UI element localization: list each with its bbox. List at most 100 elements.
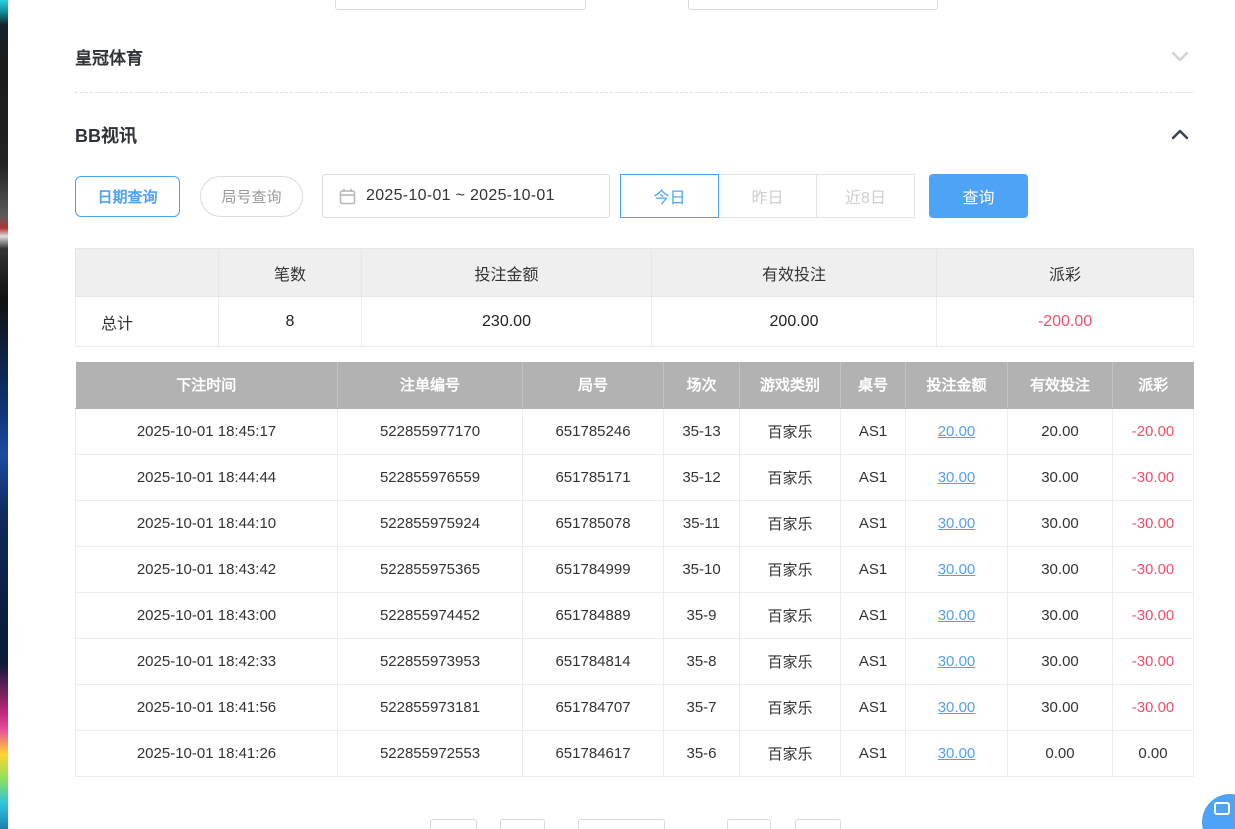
payout-cell: -30.00 xyxy=(1113,500,1194,546)
pagination-button[interactable] xyxy=(795,819,841,829)
payout-cell: -30.00 xyxy=(1113,592,1194,638)
summary-total-valid-bet: 200.00 xyxy=(652,297,937,347)
chevron-down-icon[interactable] xyxy=(1167,43,1193,69)
header-round-number: 局号 xyxy=(523,362,664,408)
calendar-icon xyxy=(339,188,356,205)
game-type-cell: 百家乐 xyxy=(740,730,841,776)
bet-amount-link[interactable]: 30.00 xyxy=(938,607,976,624)
date-range-picker[interactable]: 2025-10-01 ~ 2025-10-01 xyxy=(322,174,610,218)
bet-amount-link[interactable]: 30.00 xyxy=(938,653,976,670)
pagination-button[interactable] xyxy=(430,819,477,829)
summary-header-payout: 派彩 xyxy=(937,249,1194,297)
round-number-cell: 651784814 xyxy=(523,638,664,684)
payout-cell: -30.00 xyxy=(1113,638,1194,684)
pagination-button[interactable] xyxy=(727,819,771,829)
table-number-cell: AS1 xyxy=(841,546,906,592)
game-type-cell: 百家乐 xyxy=(740,684,841,730)
valid-bet-cell: 20.00 xyxy=(1008,408,1113,454)
round-number-cell: 651785246 xyxy=(523,408,664,454)
bet-time-cell: 2025-10-01 18:44:44 xyxy=(76,454,338,500)
valid-bet-cell: 30.00 xyxy=(1008,638,1113,684)
bet-amount-link[interactable]: 30.00 xyxy=(938,515,976,532)
header-payout: 派彩 xyxy=(1113,362,1194,408)
date-query-tab-button[interactable]: 日期查询 xyxy=(75,176,180,217)
table-number-cell: AS1 xyxy=(841,592,906,638)
bet-amount-cell: 30.00 xyxy=(906,454,1008,500)
bet-number-cell: 522855975924 xyxy=(338,500,523,546)
today-button[interactable]: 今日 xyxy=(620,174,719,218)
section-title-bb-video: BB视讯 xyxy=(75,122,137,148)
payout-cell: 0.00 xyxy=(1113,730,1194,776)
table-number-cell: AS1 xyxy=(841,730,906,776)
round-number-cell: 651784707 xyxy=(523,684,664,730)
section-divider xyxy=(75,92,1193,93)
bet-amount-link[interactable]: 20.00 xyxy=(938,423,976,440)
table-row: 2025-10-01 18:41:56 522855973181 6517847… xyxy=(76,684,1194,730)
bet-number-cell: 522855975365 xyxy=(338,546,523,592)
valid-bet-cell: 30.00 xyxy=(1008,684,1113,730)
round-number-cell: 651784889 xyxy=(523,592,664,638)
valid-bet-cell: 30.00 xyxy=(1008,592,1113,638)
valid-bet-cell: 30.00 xyxy=(1008,546,1113,592)
pagination-button[interactable] xyxy=(500,819,545,829)
section-header-crown-sports[interactable]: 皇冠体育 xyxy=(75,40,1193,72)
bet-amount-link[interactable]: 30.00 xyxy=(938,469,976,486)
table-number-cell: AS1 xyxy=(841,454,906,500)
yesterday-button[interactable]: 昨日 xyxy=(718,174,817,218)
summary-header-bet-amount: 投注金额 xyxy=(362,249,652,297)
summary-header-count: 笔数 xyxy=(219,249,362,297)
bet-number-cell: 522855973953 xyxy=(338,638,523,684)
top-truncated-input-left[interactable] xyxy=(335,0,586,10)
quick-date-button-group: 今日 昨日 近8日 xyxy=(620,174,915,218)
bet-time-cell: 2025-10-01 18:45:17 xyxy=(76,408,338,454)
valid-bet-cell: 30.00 xyxy=(1008,500,1113,546)
valid-bet-cell: 30.00 xyxy=(1008,454,1113,500)
customer-service-float-button[interactable] xyxy=(1202,794,1235,829)
bet-time-cell: 2025-10-01 18:41:56 xyxy=(76,684,338,730)
bet-time-cell: 2025-10-01 18:43:42 xyxy=(76,546,338,592)
bet-amount-link[interactable]: 30.00 xyxy=(938,745,976,762)
bet-amount-cell: 20.00 xyxy=(906,408,1008,454)
bet-amount-cell: 30.00 xyxy=(906,592,1008,638)
summary-total-row: 总计 8 230.00 200.00 -200.00 xyxy=(76,297,1194,347)
bet-time-cell: 2025-10-01 18:41:26 xyxy=(76,730,338,776)
bet-amount-link[interactable]: 30.00 xyxy=(938,561,976,578)
bet-time-cell: 2025-10-01 18:44:10 xyxy=(76,500,338,546)
last-8-days-button[interactable]: 近8日 xyxy=(816,174,915,218)
session-cell: 35-10 xyxy=(664,546,740,592)
session-cell: 35-8 xyxy=(664,638,740,684)
round-number-cell: 651785171 xyxy=(523,454,664,500)
game-type-cell: 百家乐 xyxy=(740,454,841,500)
search-button[interactable]: 查询 xyxy=(929,174,1028,218)
header-valid-bet: 有效投注 xyxy=(1008,362,1113,408)
summary-total-count: 8 xyxy=(219,297,362,347)
session-cell: 35-13 xyxy=(664,408,740,454)
table-row: 2025-10-01 18:45:17 522855977170 6517852… xyxy=(76,408,1194,454)
game-type-cell: 百家乐 xyxy=(740,592,841,638)
summary-total-bet-amount: 230.00 xyxy=(362,297,652,347)
summary-header-empty xyxy=(76,249,219,297)
chevron-up-icon[interactable] xyxy=(1167,122,1193,148)
bet-time-cell: 2025-10-01 18:43:00 xyxy=(76,592,338,638)
round-query-tab-button[interactable]: 局号查询 xyxy=(200,176,303,217)
bet-number-cell: 522855974452 xyxy=(338,592,523,638)
top-truncated-input-right[interactable] xyxy=(688,0,938,10)
session-cell: 35-7 xyxy=(664,684,740,730)
summary-header-valid-bet: 有效投注 xyxy=(652,249,937,297)
summary-total-payout: -200.00 xyxy=(937,297,1194,347)
pagination-page-size-select[interactable] xyxy=(578,819,665,829)
payout-cell: -20.00 xyxy=(1113,408,1194,454)
header-bet-time: 下注时间 xyxy=(76,362,338,408)
table-row: 2025-10-01 18:43:00 522855974452 6517848… xyxy=(76,592,1194,638)
section-header-bb-video[interactable]: BB视讯 xyxy=(75,118,1193,152)
bet-amount-link[interactable]: 30.00 xyxy=(938,699,976,716)
session-cell: 35-11 xyxy=(664,500,740,546)
date-range-value: 2025-10-01 ~ 2025-10-01 xyxy=(366,187,555,205)
table-row: 2025-10-01 18:44:10 522855975924 6517850… xyxy=(76,500,1194,546)
payout-cell: -30.00 xyxy=(1113,546,1194,592)
table-number-cell: AS1 xyxy=(841,500,906,546)
summary-table: 笔数 投注金额 有效投注 派彩 总计 8 230.00 200.00 -200.… xyxy=(75,248,1194,347)
table-row: 2025-10-01 18:43:42 522855975365 6517849… xyxy=(76,546,1194,592)
session-cell: 35-12 xyxy=(664,454,740,500)
header-game-type: 游戏类别 xyxy=(740,362,841,408)
